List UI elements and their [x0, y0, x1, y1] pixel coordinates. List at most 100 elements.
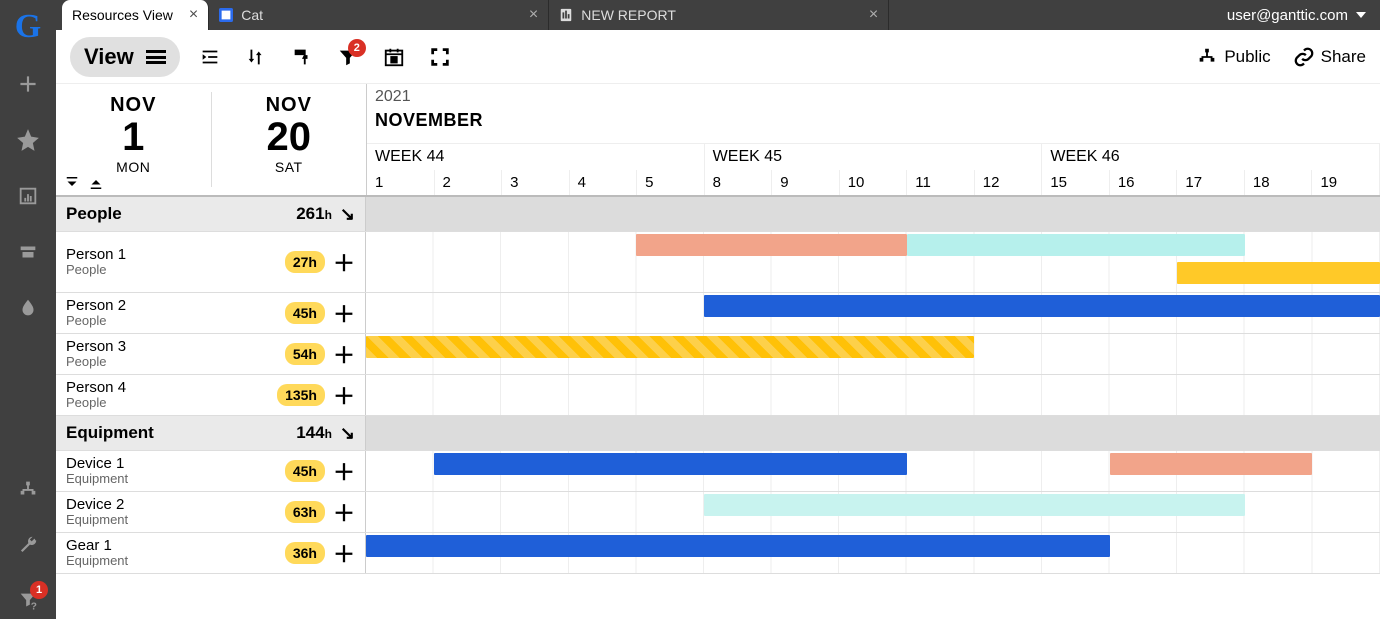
add-task-icon[interactable]: ＋: [333, 496, 355, 528]
close-icon[interactable]: ×: [869, 6, 878, 24]
day-column-label: 16: [1110, 170, 1178, 195]
resource-name: Device 2: [66, 497, 277, 514]
share-button[interactable]: Share: [1293, 46, 1366, 68]
hours-pill: 45h: [285, 460, 325, 482]
add-task-icon[interactable]: ＋: [333, 297, 355, 329]
hours-pill: 63h: [285, 501, 325, 523]
date-end[interactable]: NOV 20 SAT: [212, 84, 367, 195]
resource-timeline[interactable]: [366, 533, 1380, 573]
user-email: user@ganttic.com: [1227, 7, 1348, 24]
task-bar[interactable]: [366, 336, 974, 358]
task-bar[interactable]: [1110, 453, 1313, 475]
svg-text:?: ?: [31, 601, 37, 612]
group-header[interactable]: People 261h ↘: [56, 197, 366, 231]
help-badge: 1: [30, 581, 48, 599]
org-icon[interactable]: [10, 471, 46, 507]
day-column-label: 10: [840, 170, 908, 195]
day-column-label: 3: [502, 170, 570, 195]
task-bar[interactable]: [434, 453, 907, 475]
month-label: NOV: [56, 94, 211, 117]
calendar-icon[interactable]: [378, 41, 410, 73]
side-rail: G ? 1: [0, 0, 56, 619]
resource-name: Person 3: [66, 339, 277, 356]
user-menu[interactable]: user@ganttic.com: [1213, 0, 1380, 30]
hours-pill: 54h: [285, 343, 325, 365]
close-icon[interactable]: ×: [529, 6, 538, 24]
close-icon[interactable]: ×: [189, 6, 198, 24]
chart-icon[interactable]: [10, 178, 46, 214]
drop-icon[interactable]: [10, 290, 46, 326]
day-column-label: 4: [570, 170, 638, 195]
add-task-icon[interactable]: ＋: [333, 246, 355, 278]
wrench-icon[interactable]: [10, 527, 46, 563]
resource-timeline[interactable]: [366, 492, 1380, 532]
task-bar[interactable]: [907, 234, 1245, 256]
add-task-icon[interactable]: ＋: [333, 537, 355, 569]
star-icon[interactable]: [10, 122, 46, 158]
add-icon[interactable]: [10, 66, 46, 102]
group-name: Equipment: [66, 423, 154, 442]
chevron-down-icon[interactable]: ↘: [340, 423, 355, 444]
resource-timeline[interactable]: [366, 232, 1380, 292]
help-icon[interactable]: ? 1: [10, 583, 46, 619]
tab-new-report[interactable]: NEW REPORT ×: [549, 0, 889, 30]
day-column-label: 1: [367, 170, 435, 195]
archive-icon[interactable]: [10, 234, 46, 270]
day-column-label: 2: [435, 170, 503, 195]
resource-group: Equipment: [66, 472, 277, 486]
resource-timeline[interactable]: [366, 451, 1380, 491]
day-column-label: 15: [1042, 170, 1110, 195]
resource-name: Person 4: [66, 380, 269, 397]
paint-icon[interactable]: [286, 41, 318, 73]
collapse-all-icon[interactable]: [62, 173, 82, 193]
public-button[interactable]: Public: [1196, 46, 1270, 68]
week-label: WEEK 45: [705, 144, 1043, 170]
app-logo: G: [15, 8, 41, 46]
resource-timeline[interactable]: [366, 334, 1380, 374]
tab-cat[interactable]: Cat ×: [209, 0, 549, 30]
task-bar[interactable]: [366, 535, 1110, 557]
tab-resources-view[interactable]: Resources View ×: [62, 0, 209, 30]
indent-icon[interactable]: [194, 41, 226, 73]
tab-label: Cat: [241, 7, 263, 23]
resource-row-header: Device 2 Equipment 63h ＋: [56, 492, 366, 532]
resource-group: People: [66, 263, 277, 277]
fullscreen-icon[interactable]: [424, 41, 456, 73]
task-bar[interactable]: [636, 234, 906, 256]
resource-name: Person 1: [66, 247, 277, 264]
resource-group: People: [66, 355, 277, 369]
task-bar[interactable]: [704, 494, 1245, 516]
resource-timeline[interactable]: [366, 293, 1380, 333]
task-bar[interactable]: [1177, 262, 1380, 284]
tab-label: Resources View: [72, 7, 173, 23]
week-label: WEEK 44: [367, 144, 705, 170]
group-header[interactable]: Equipment 144h ↘: [56, 416, 366, 450]
filter-badge: 2: [348, 39, 366, 57]
month-name: NOVEMBER: [367, 110, 1380, 144]
group-timeline: [366, 197, 1380, 231]
resource-group: People: [66, 314, 277, 328]
add-task-icon[interactable]: ＋: [333, 379, 355, 411]
view-pill[interactable]: View: [70, 37, 180, 77]
hours-pill: 36h: [285, 542, 325, 564]
view-label: View: [84, 44, 134, 70]
day-column-label: 8: [705, 170, 773, 195]
resource-timeline[interactable]: [366, 375, 1380, 415]
resource-name: Gear 1: [66, 538, 277, 555]
add-task-icon[interactable]: ＋: [333, 338, 355, 370]
resource-row-header: Device 1 Equipment 45h ＋: [56, 451, 366, 491]
day-column-label: 19: [1312, 170, 1380, 195]
chevron-down-icon[interactable]: ↘: [340, 204, 355, 225]
add-task-icon[interactable]: ＋: [333, 455, 355, 487]
expand-all-icon[interactable]: [86, 173, 106, 193]
sort-icon[interactable]: [240, 41, 272, 73]
hours-pill: 45h: [285, 302, 325, 324]
day-column-label: 18: [1245, 170, 1313, 195]
group-hours: 261h: [296, 204, 332, 224]
filter-icon[interactable]: 2: [332, 41, 364, 73]
resource-group: Equipment: [66, 554, 277, 568]
resource-group: Equipment: [66, 513, 277, 527]
resource-name: Device 1: [66, 456, 277, 473]
weekday-label: SAT: [212, 159, 367, 175]
task-bar[interactable]: [704, 295, 1380, 317]
